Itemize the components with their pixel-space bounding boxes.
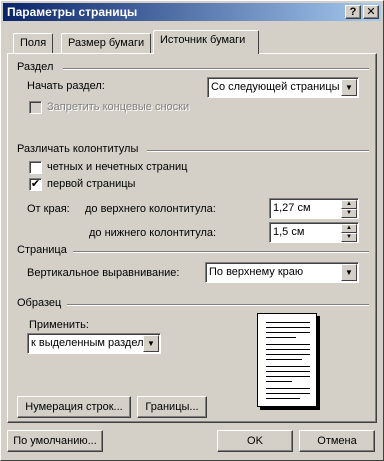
help-button[interactable]: ? (345, 5, 361, 19)
line-numbers-button[interactable]: Нумерация строк... (17, 396, 131, 418)
borders-button[interactable]: Границы... (137, 396, 207, 418)
spin-up-icon[interactable]: ▲ (341, 200, 357, 209)
apply-to-select[interactable]: к выделенным раздел ▼ (27, 333, 161, 354)
tab-paper-source[interactable]: Источник бумаги (153, 30, 259, 54)
header-distance-label: до верхнего колонтитула: (85, 203, 216, 215)
chevron-down-icon[interactable]: ▼ (341, 264, 357, 281)
suppress-endnotes-label: Запретить концевые сноски (47, 101, 190, 113)
odd-even-checkbox[interactable] (29, 161, 42, 174)
chevron-down-icon[interactable]: ▼ (143, 335, 159, 352)
default-button[interactable]: По умолчанию... (7, 430, 103, 452)
section-start-select[interactable]: Со следующей страницы ▼ (207, 77, 359, 98)
tab-margins[interactable]: Поля (13, 33, 54, 53)
section-heading: Раздел (17, 61, 54, 73)
spin-down-icon[interactable]: ▼ (341, 233, 357, 242)
page-setup-dialog: Параметры страницы ? ✕ Поля Размер бумаг… (0, 0, 384, 461)
footer-distance-spinner[interactable]: 1,5 см ▲ ▼ (269, 222, 359, 243)
apply-to-value: к выделенным раздел (31, 337, 144, 349)
section-start-label: Начать раздел: (27, 80, 105, 92)
section-start-value: Со следующей страницы (211, 81, 340, 93)
first-page-label[interactable]: первой страницы (47, 178, 135, 190)
valign-select[interactable]: По верхнему краю ▼ (205, 262, 359, 283)
dialog-title: Параметры страницы (7, 5, 138, 19)
tab-paper-size[interactable]: Размер бумаги (61, 33, 152, 53)
cancel-button[interactable]: Отмена (299, 430, 375, 452)
title-bar: Параметры страницы ? ✕ (3, 3, 381, 21)
valign-label: Вертикальное выравнивание: (27, 267, 180, 279)
ok-button[interactable]: OK (217, 430, 293, 452)
header-distance-spinner[interactable]: 1,27 см ▲ ▼ (269, 198, 359, 219)
section-divider (63, 68, 369, 70)
footer-distance-label: до нижнего колонтитула: (89, 227, 217, 239)
preview-heading: Образец (17, 297, 62, 309)
from-edge-label: От края: (27, 203, 70, 215)
page-heading: Страница (17, 244, 67, 256)
headers-footers-divider (147, 150, 369, 152)
page-divider (73, 251, 369, 253)
preview-divider (67, 304, 369, 306)
header-distance-value[interactable]: 1,27 см (273, 202, 311, 214)
first-page-checkbox[interactable]: ✔ (29, 178, 42, 191)
valign-value: По верхнему краю (209, 266, 304, 278)
chevron-down-icon[interactable]: ▼ (341, 79, 357, 96)
page-preview (257, 313, 317, 407)
odd-even-label[interactable]: четных и нечетных страниц (47, 161, 187, 173)
spin-up-icon[interactable]: ▲ (341, 224, 357, 233)
headers-footers-heading: Различать колонтитулы (17, 143, 139, 155)
footer-distance-value[interactable]: 1,5 см (273, 226, 304, 238)
apply-to-label: Применить: (29, 319, 89, 331)
suppress-endnotes-checkbox (29, 101, 42, 114)
spin-down-icon[interactable]: ▼ (341, 209, 357, 218)
close-button[interactable]: ✕ (363, 5, 379, 19)
